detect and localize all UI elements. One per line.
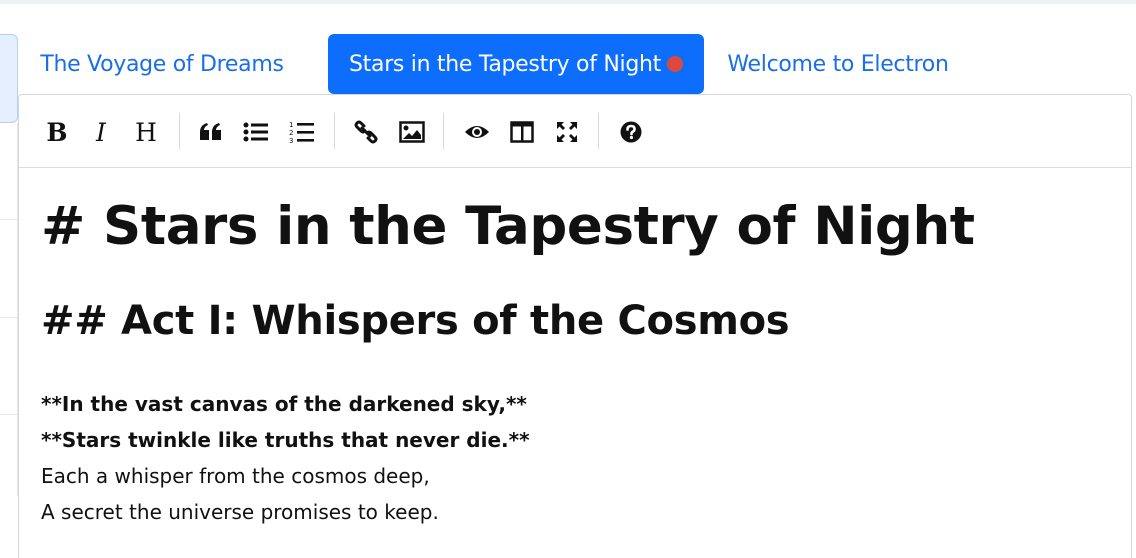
help-button[interactable] <box>614 115 648 149</box>
sidebar-divider <box>0 317 18 318</box>
link-icon <box>354 120 378 144</box>
window-top-strip <box>0 0 1136 4</box>
unordered-list-button[interactable] <box>239 115 273 149</box>
eye-icon <box>465 126 489 138</box>
tab-label: Welcome to Electron <box>727 51 949 77</box>
tab-label: The Voyage of Dreams <box>40 51 284 77</box>
document-heading-1: # Stars in the Tapestry of Night <box>41 196 975 257</box>
quote-icon <box>200 123 221 140</box>
tab-welcome-to-electron[interactable]: Welcome to Electron <box>718 34 958 94</box>
sidebar-divider <box>0 414 18 415</box>
text-line: **In the vast canvas of the darkened sky… <box>41 392 527 416</box>
fullscreen-icon <box>557 122 577 142</box>
text-line: A secret the universe promises to keep. <box>41 500 439 524</box>
italic-icon: I <box>96 117 106 147</box>
preview-button[interactable] <box>460 115 494 149</box>
document-heading-2: ## Act I: Whispers of the Cosmos <box>41 298 790 344</box>
unsaved-indicator-icon <box>666 56 683 72</box>
toolbar-separator <box>598 113 599 149</box>
tab-voyage-of-dreams[interactable]: The Voyage of Dreams <box>18 34 306 94</box>
ordered-list-button[interactable]: 1 2 3 <box>285 115 319 149</box>
editor-content[interactable]: # Stars in the Tapestry of Night ## Act … <box>41 168 1121 558</box>
image-icon <box>399 121 425 143</box>
heading-icon: H <box>135 117 157 147</box>
file-sidebar <box>0 4 18 496</box>
help-icon <box>620 121 642 143</box>
sidebar-active-item[interactable] <box>0 34 18 123</box>
text-line: Each a whisper from the cosmos deep, <box>41 464 430 488</box>
image-button[interactable] <box>395 115 429 149</box>
unordered-list-icon <box>243 122 268 142</box>
columns-icon <box>510 121 534 143</box>
heading-button[interactable]: H <box>129 115 163 149</box>
svg-text:2: 2 <box>289 129 293 137</box>
toolbar-separator <box>179 113 180 149</box>
link-button[interactable] <box>349 115 383 149</box>
svg-text:1: 1 <box>289 121 293 129</box>
bold-icon: B <box>46 117 68 147</box>
toolbar-separator <box>443 113 444 149</box>
tab-stars-in-the-tapestry[interactable]: Stars in the Tapestry of Night <box>328 34 704 94</box>
fullscreen-button[interactable] <box>550 115 584 149</box>
sidebar-divider <box>0 219 18 220</box>
toolbar-separator <box>334 113 335 149</box>
bold-button[interactable]: B <box>40 115 74 149</box>
tab-label: Stars in the Tapestry of Night <box>349 51 661 77</box>
svg-text:3: 3 <box>289 137 293 144</box>
editor-toolbar: B I H 1 2 3 <box>19 95 1131 168</box>
italic-button[interactable]: I <box>84 115 118 149</box>
document-tabs: The Voyage of Dreams Stars in the Tapest… <box>18 34 1136 94</box>
quote-button[interactable] <box>194 115 228 149</box>
ordered-list-icon: 1 2 3 <box>289 121 314 144</box>
markdown-editor: B I H 1 2 3 # Stars in the Tapestry of N… <box>18 94 1132 558</box>
side-by-side-button[interactable] <box>505 115 539 149</box>
text-line: **Stars twinkle like truths that never d… <box>41 428 530 452</box>
